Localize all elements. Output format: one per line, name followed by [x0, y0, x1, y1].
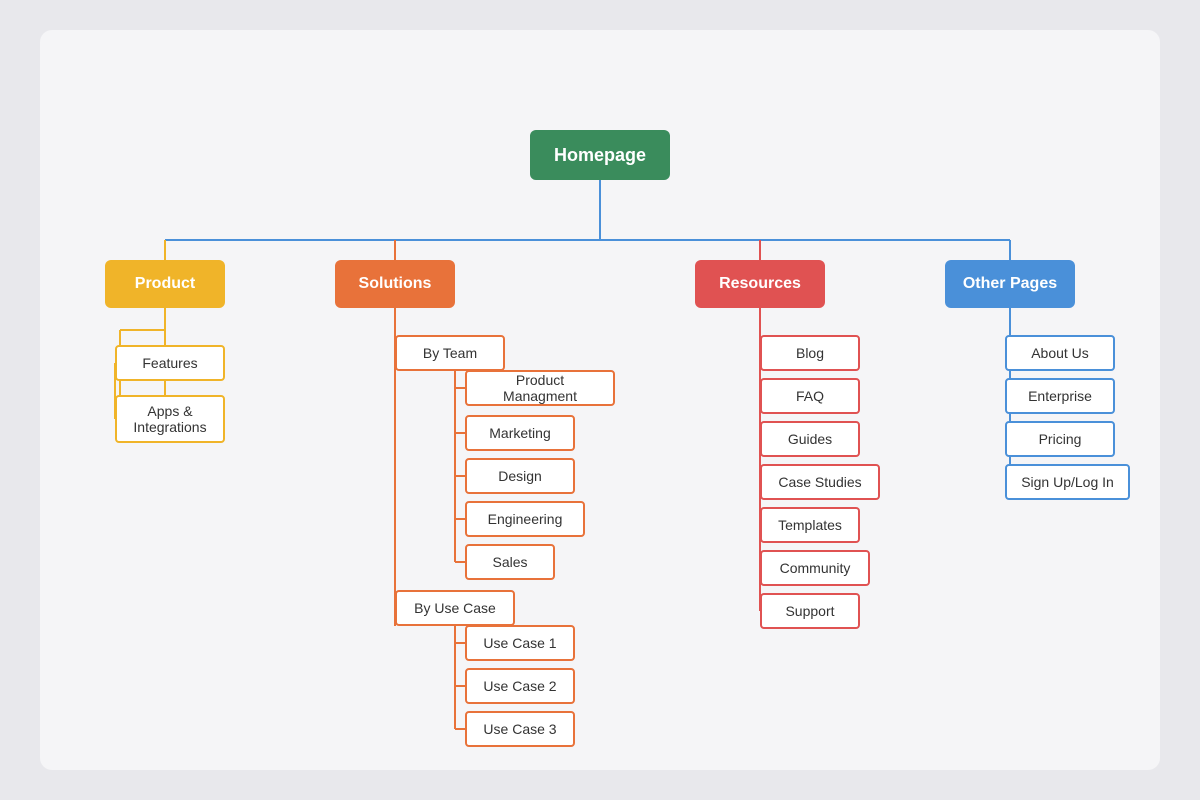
signup-node[interactable]: Sign Up/Log In: [1005, 464, 1130, 500]
casestudies-node[interactable]: Case Studies: [760, 464, 880, 500]
apps-label: Apps & Integrations: [127, 403, 213, 435]
community-node[interactable]: Community: [760, 550, 870, 586]
aboutus-label: About Us: [1031, 345, 1089, 361]
homepage-label: Homepage: [554, 145, 646, 166]
faq-node[interactable]: FAQ: [760, 378, 860, 414]
solutions-node[interactable]: Solutions: [335, 260, 455, 308]
byusecase-label: By Use Case: [414, 600, 496, 616]
engineering-node[interactable]: Engineering: [465, 501, 585, 537]
byteam-label: By Team: [423, 345, 477, 361]
otherpages-label: Other Pages: [963, 275, 1057, 293]
usecase3-label: Use Case 3: [483, 721, 556, 737]
diagram-container: Homepage Product Features Apps & Integra…: [40, 30, 1160, 770]
signup-label: Sign Up/Log In: [1021, 474, 1114, 490]
resources-node[interactable]: Resources: [695, 260, 825, 308]
design-node[interactable]: Design: [465, 458, 575, 494]
community-label: Community: [780, 560, 851, 576]
templates-label: Templates: [778, 517, 842, 533]
usecase2-label: Use Case 2: [483, 678, 556, 694]
homepage-node[interactable]: Homepage: [530, 130, 670, 180]
otherpages-node[interactable]: Other Pages: [945, 260, 1075, 308]
prodmgmt-label: Product Managment: [477, 372, 603, 404]
pricing-node[interactable]: Pricing: [1005, 421, 1115, 457]
support-label: Support: [785, 603, 834, 619]
templates-node[interactable]: Templates: [760, 507, 860, 543]
resources-label: Resources: [719, 275, 801, 293]
byteam-node[interactable]: By Team: [395, 335, 505, 371]
enterprise-label: Enterprise: [1028, 388, 1092, 404]
guides-node[interactable]: Guides: [760, 421, 860, 457]
usecase2-node[interactable]: Use Case 2: [465, 668, 575, 704]
usecase1-node[interactable]: Use Case 1: [465, 625, 575, 661]
guides-label: Guides: [788, 431, 832, 447]
design-label: Design: [498, 468, 542, 484]
solutions-label: Solutions: [359, 275, 432, 293]
byusecase-node[interactable]: By Use Case: [395, 590, 515, 626]
features-node[interactable]: Features: [115, 345, 225, 381]
support-node[interactable]: Support: [760, 593, 860, 629]
product-label: Product: [135, 275, 195, 293]
casestudies-label: Case Studies: [778, 474, 861, 490]
faq-label: FAQ: [796, 388, 824, 404]
pricing-label: Pricing: [1039, 431, 1082, 447]
marketing-node[interactable]: Marketing: [465, 415, 575, 451]
blog-node[interactable]: Blog: [760, 335, 860, 371]
apps-node[interactable]: Apps & Integrations: [115, 395, 225, 443]
product-node[interactable]: Product: [105, 260, 225, 308]
usecase1-label: Use Case 1: [483, 635, 556, 651]
prodmgmt-node[interactable]: Product Managment: [465, 370, 615, 406]
usecase3-node[interactable]: Use Case 3: [465, 711, 575, 747]
engineering-label: Engineering: [488, 511, 563, 527]
aboutus-node[interactable]: About Us: [1005, 335, 1115, 371]
blog-label: Blog: [796, 345, 824, 361]
features-label: Features: [142, 355, 197, 371]
enterprise-node[interactable]: Enterprise: [1005, 378, 1115, 414]
sales-label: Sales: [492, 554, 527, 570]
sales-node[interactable]: Sales: [465, 544, 555, 580]
marketing-label: Marketing: [489, 425, 550, 441]
